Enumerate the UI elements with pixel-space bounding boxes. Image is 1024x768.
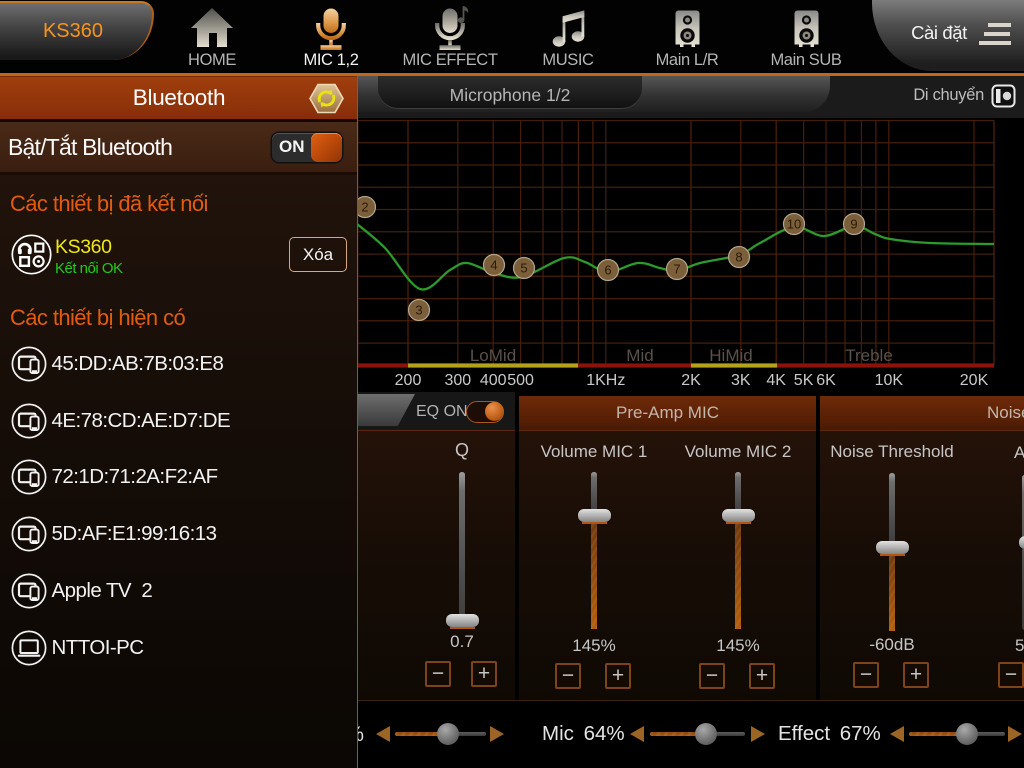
svg-text:LoMid: LoMid [470, 346, 516, 365]
svg-text:8: 8 [735, 250, 742, 265]
svg-text:1KHz: 1KHz [586, 372, 625, 389]
svg-text:10: 10 [787, 217, 801, 232]
svg-text:9: 9 [850, 217, 857, 232]
svg-text:Mid: Mid [626, 346, 653, 365]
svg-text:5: 5 [520, 261, 527, 276]
svg-text:4K: 4K [766, 372, 786, 389]
svg-text:4: 4 [490, 258, 497, 273]
svg-text:500: 500 [507, 372, 534, 389]
svg-text:300: 300 [444, 372, 471, 389]
svg-text:5K: 5K [794, 372, 814, 389]
svg-text:20K: 20K [960, 372, 989, 389]
svg-text:3: 3 [415, 303, 422, 318]
svg-text:6: 6 [604, 263, 611, 278]
svg-text:7: 7 [673, 262, 680, 277]
svg-text:3K: 3K [731, 372, 751, 389]
svg-text:2K: 2K [681, 372, 701, 389]
svg-text:HiMid: HiMid [709, 346, 752, 365]
svg-text:Treble: Treble [845, 346, 893, 365]
svg-text:400: 400 [480, 372, 507, 389]
svg-text:10K: 10K [875, 372, 904, 389]
svg-text:2: 2 [361, 200, 368, 215]
svg-text:200: 200 [395, 372, 422, 389]
svg-text:6K: 6K [816, 372, 836, 389]
